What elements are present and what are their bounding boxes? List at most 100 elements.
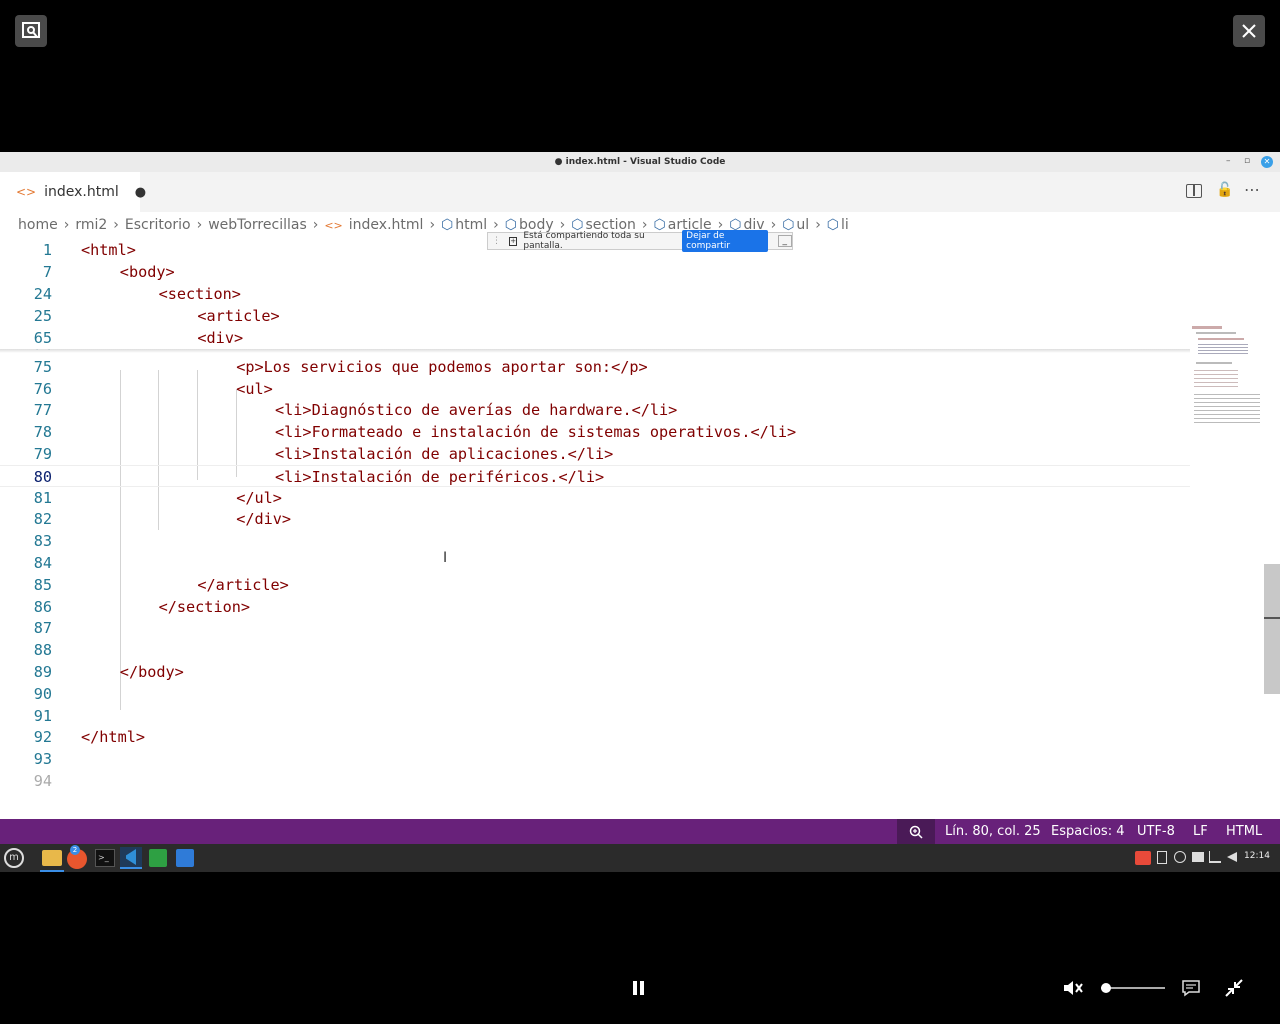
line-number[interactable]: 75 [0, 356, 52, 378]
code-text[interactable]: </article> [197, 574, 288, 596]
stop-sharing-button[interactable]: Dejar de compartir [682, 230, 768, 252]
files-icon[interactable] [42, 850, 62, 866]
line-number[interactable]: 86 [0, 596, 52, 618]
code-text[interactable]: </html> [81, 726, 145, 748]
code-line[interactable]: 87 [0, 617, 1190, 639]
code-text[interactable]: <p>Los servicios que podemos aportar son… [236, 356, 647, 378]
spreadsheet-icon[interactable] [149, 849, 167, 867]
line-number[interactable]: 93 [0, 748, 52, 770]
code-line[interactable]: 76 <ul> [0, 378, 1190, 400]
line-number[interactable]: 77 [0, 399, 52, 421]
minimize-banner-button[interactable]: _ [777, 235, 793, 247]
code-line[interactable]: 77 <li>Diagnóstico de averías de hardware… [0, 399, 1190, 421]
code-line[interactable]: 88 [0, 639, 1190, 661]
sticky-scroll-line[interactable]: 24 <section> [0, 282, 1190, 305]
code-text[interactable]: <div> [197, 327, 243, 349]
line-number[interactable]: 79 [0, 443, 52, 465]
lock-icon[interactable]: 🔓 [1216, 182, 1233, 198]
code-line[interactable]: 93 [0, 748, 1190, 770]
minimap[interactable] [1188, 324, 1260, 444]
drag-handle-icon[interactable]: ⋮ [492, 236, 501, 246]
encoding[interactable]: UTF-8 [1137, 819, 1175, 844]
sticky-scroll-line[interactable]: 25 <article> [0, 304, 1190, 327]
close-viewer-button[interactable] [1233, 15, 1265, 47]
vertical-scrollbar[interactable] [1264, 564, 1280, 694]
mute-button[interactable] [1062, 978, 1084, 998]
code-line[interactable]: 81 </ul> [0, 487, 1190, 509]
code-line[interactable]: 94 [0, 770, 1190, 792]
network-icon[interactable] [1209, 851, 1221, 863]
line-number[interactable]: 7 [0, 261, 52, 283]
more-actions-icon[interactable]: ⋯ [1244, 180, 1260, 199]
tab-index-html[interactable]: <> index.html ● [0, 172, 146, 212]
line-number[interactable]: 83 [0, 530, 52, 552]
sticky-scroll-line[interactable]: 7 <body> [0, 260, 1190, 283]
code-line[interactable]: 85 </article> [0, 574, 1190, 596]
code-text[interactable]: </body> [120, 661, 184, 683]
code-line[interactable]: 80 <li>Instalación de periféricos.</li> [0, 464, 1190, 488]
terminal-icon[interactable]: >_ [95, 849, 115, 867]
clipboard-icon[interactable] [1157, 851, 1167, 864]
zoom-status-button[interactable] [897, 819, 935, 844]
code-text[interactable]: <html> [81, 239, 136, 261]
code-text[interactable]: <li>Instalación de periféricos.</li> [275, 466, 604, 488]
close-window-icon[interactable]: ✕ [1261, 156, 1273, 168]
line-number[interactable]: 78 [0, 421, 52, 443]
line-number[interactable]: 80 [0, 466, 52, 488]
code-line[interactable]: 75 <p>Los servicios que podemos aportar s… [0, 356, 1190, 378]
code-line[interactable]: 78 <li>Formateado e instalación de sistem… [0, 421, 1190, 443]
line-number[interactable]: 90 [0, 683, 52, 705]
line-number[interactable]: 91 [0, 705, 52, 727]
code-line[interactable]: 89 </body> [0, 661, 1190, 683]
line-number[interactable]: 92 [0, 726, 52, 748]
code-line[interactable]: 79 <li>Instalación de aplicaciones.</li> [0, 443, 1190, 465]
breadcrumb-item[interactable]: html [455, 217, 487, 233]
end-of-line[interactable]: LF [1193, 819, 1208, 844]
line-number[interactable]: 85 [0, 574, 52, 596]
line-number[interactable]: 88 [0, 639, 52, 661]
code-text[interactable]: <ul> [236, 378, 273, 400]
line-number[interactable]: 1 [0, 239, 52, 261]
breadcrumb-item[interactable]: webTorrecillas [208, 217, 307, 233]
code-text[interactable]: <body> [120, 261, 175, 283]
pause-button[interactable] [631, 980, 647, 996]
line-number[interactable]: 87 [0, 617, 52, 639]
code-line[interactable]: 90 [0, 683, 1190, 705]
sticky-scroll-line[interactable]: 65 <div> [0, 326, 1190, 349]
breadcrumb-item[interactable]: ul [796, 217, 809, 233]
exit-fullscreen-button[interactable] [1224, 978, 1244, 998]
breadcrumb-item[interactable]: Escritorio [125, 217, 191, 233]
code-line[interactable]: 91 [0, 705, 1190, 727]
clock[interactable]: 12:14 [1244, 851, 1270, 861]
line-number[interactable]: 81 [0, 487, 52, 509]
line-number[interactable]: 94 [0, 770, 52, 792]
volume-slider-thumb[interactable] [1101, 983, 1111, 993]
breadcrumb-item[interactable]: rmi2 [75, 217, 107, 233]
breadcrumb-item[interactable]: index.html [349, 217, 424, 233]
volume-slider[interactable] [1101, 982, 1165, 994]
printer-icon[interactable] [1192, 852, 1204, 862]
line-number[interactable]: 82 [0, 508, 52, 530]
line-number[interactable]: 76 [0, 378, 52, 400]
captions-button[interactable] [1181, 979, 1201, 997]
code-editor[interactable]: 7475<p>Los servicios que podemos aportar… [0, 238, 1280, 819]
zoom-button[interactable] [15, 15, 47, 47]
code-text[interactable]: <li>Diagnóstico de averías de hardware.<… [275, 399, 677, 421]
code-text[interactable]: </section> [159, 596, 250, 618]
line-number[interactable]: 24 [0, 283, 52, 305]
indentation[interactable]: Espacios: 4 [1051, 819, 1124, 844]
code-line[interactable]: 82 </div> [0, 508, 1190, 530]
code-line[interactable]: 84 [0, 552, 1190, 574]
split-editor-icon[interactable] [1186, 184, 1202, 198]
code-line[interactable]: 83 [0, 530, 1190, 552]
line-number[interactable]: 84 [0, 552, 52, 574]
code-text[interactable]: </ul> [236, 487, 282, 509]
menu-icon[interactable]: m [4, 848, 24, 868]
line-number[interactable]: 65 [0, 327, 52, 349]
update-icon[interactable] [1174, 851, 1186, 863]
code-line[interactable]: 92 </html> [0, 726, 1190, 748]
recording-icon[interactable] [1135, 851, 1151, 865]
breadcrumb-item[interactable]: home [18, 217, 58, 233]
code-text[interactable]: <section> [159, 283, 241, 305]
cursor-position[interactable]: Lín. 80, col. 25 [945, 819, 1041, 844]
